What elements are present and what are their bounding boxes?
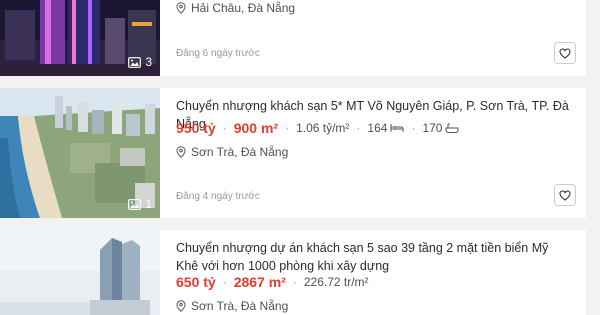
- location-pin-icon: [176, 300, 186, 312]
- save-listing-button[interactable]: [554, 42, 576, 64]
- photo-count: 1: [145, 197, 152, 211]
- listing-price-row: 650 tỷ · 2867 m² · 226.72 tr/m²: [176, 274, 369, 290]
- location-pin-icon: [176, 2, 186, 14]
- listing-card[interactable]: Chuyển nhượng dự án khách sạn 5 sao 39 t…: [0, 230, 586, 315]
- listing-thumbnail[interactable]: 1: [0, 88, 160, 218]
- separator: ·: [411, 121, 416, 135]
- listing-info: Chuyển nhượng khách sạn 5* MT Võ Nguyên …: [176, 88, 586, 218]
- photo-count-badge: 3: [128, 55, 152, 69]
- listing-price: 650 tỷ: [176, 274, 216, 290]
- bath-icon: [445, 123, 459, 133]
- tower-rendering-photo: [0, 230, 160, 315]
- bathroom-count: 170: [422, 121, 459, 135]
- image-icon: [128, 198, 142, 210]
- bed-icon: [390, 124, 404, 132]
- location-pin-icon: [176, 146, 186, 158]
- heart-icon: [559, 189, 571, 201]
- heart-icon: [559, 47, 571, 59]
- listing-area: 2867 m²: [233, 274, 286, 290]
- listing-price-row: 950 tỷ · 900 m² · 1.06 tỷ/m² · 164 · 170: [176, 120, 459, 136]
- posted-date: Đăng 4 ngày trước: [176, 191, 260, 202]
- listing-price: 950 tỷ: [176, 120, 216, 136]
- listing-thumbnail[interactable]: 3: [0, 0, 160, 76]
- separator: ·: [292, 275, 297, 289]
- listing-card[interactable]: 1 Chuyển nhượng khách sạn 5* MT Võ Nguyê…: [0, 88, 586, 218]
- listing-thumbnail[interactable]: [0, 230, 160, 315]
- save-listing-button[interactable]: [554, 184, 576, 206]
- listing-location: Sơn Trà, Đà Nẵng: [176, 299, 288, 313]
- listing-area: 900 m²: [233, 120, 279, 136]
- listing-location: Hải Châu, Đà Nẵng: [176, 1, 295, 15]
- price-per-m2: 1.06 tỷ/m²: [296, 121, 350, 135]
- separator: ·: [222, 121, 227, 135]
- listing-info: Hải Châu, Đà Nẵng Đăng 6 ngày trước: [176, 0, 586, 76]
- photo-count-badge: 1: [128, 197, 152, 211]
- listing-location: Sơn Trà, Đà Nẵng: [176, 145, 288, 159]
- listing-info: Chuyển nhượng dự án khách sạn 5 sao 39 t…: [176, 230, 586, 315]
- price-per-m2: 226.72 tr/m²: [303, 275, 369, 289]
- photo-count: 3: [145, 55, 152, 69]
- listing-card[interactable]: 3 Hải Châu, Đà Nẵng Đăng 6 ngày trước: [0, 0, 586, 76]
- image-icon: [128, 56, 142, 68]
- separator: ·: [285, 121, 290, 135]
- bedroom-count: 164: [367, 121, 404, 135]
- separator: ·: [356, 121, 361, 135]
- separator: ·: [222, 275, 227, 289]
- posted-date: Đăng 6 ngày trước: [176, 48, 260, 59]
- listing-title[interactable]: Chuyển nhượng dự án khách sạn 5 sao 39 t…: [176, 239, 570, 275]
